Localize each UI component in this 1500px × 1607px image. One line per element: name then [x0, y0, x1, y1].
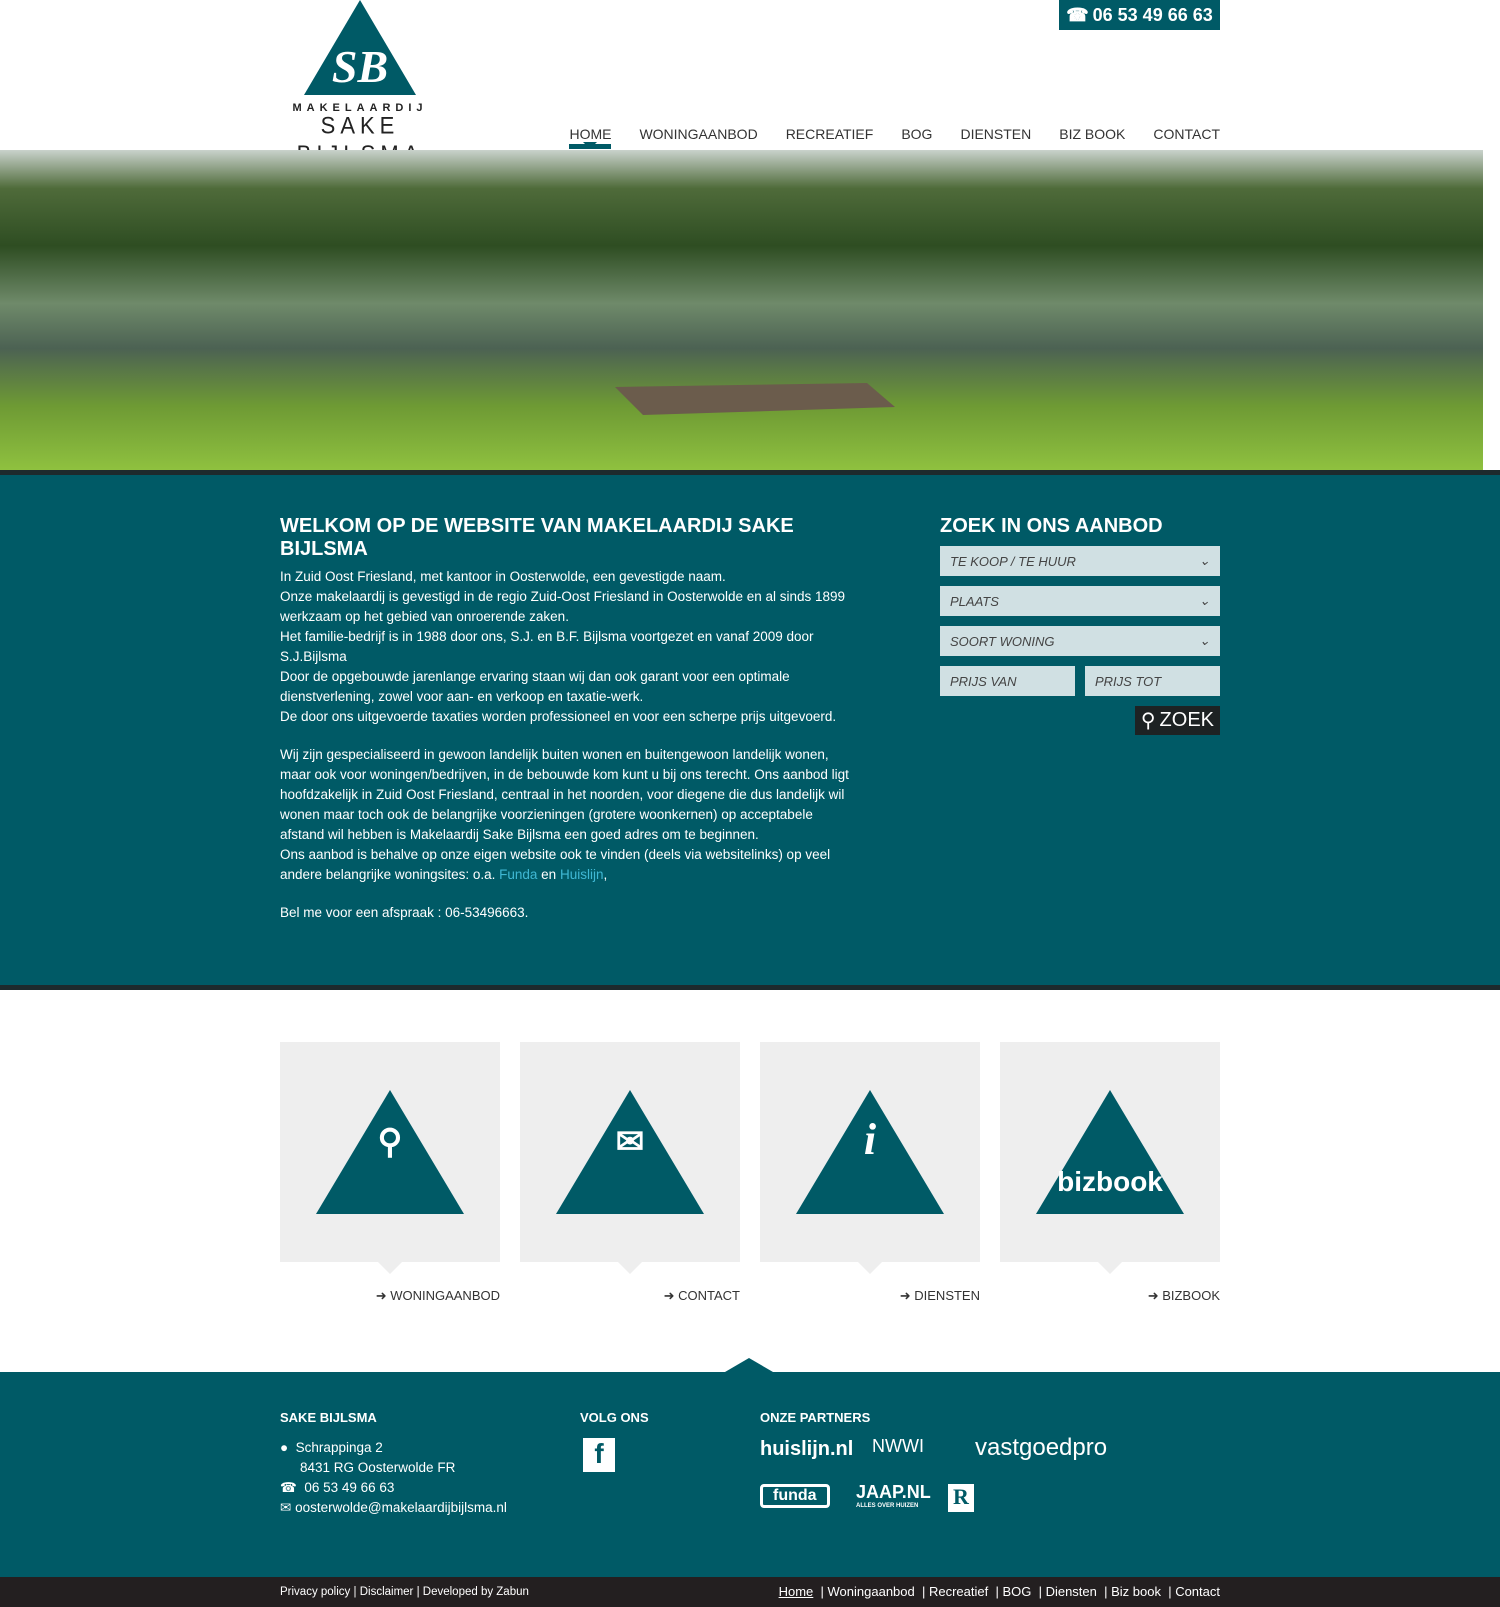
info-icon: i — [863, 1115, 877, 1164]
search-icon: ⚲ — [1140, 710, 1156, 732]
footer-nav: Home | Woningaanbod | Recreatief | BOG |… — [778, 1584, 1220, 1599]
envelope-icon: ✉ — [615, 1123, 645, 1161]
nav-biz-book[interactable]: BIZ BOOK — [1059, 126, 1125, 149]
email-link[interactable]: oosterwolde@makelaardijbijlsma.nl — [295, 1500, 507, 1515]
map-pin-icon: ● — [280, 1440, 289, 1455]
hero-image — [0, 150, 1483, 470]
prijs-tot-input[interactable]: PRIJS TOT — [1085, 666, 1220, 696]
nav-contact[interactable]: CONTACT — [1153, 126, 1220, 149]
partner-r[interactable]: R — [948, 1484, 974, 1512]
nav-bog[interactable]: BOG — [901, 126, 932, 149]
facebook-icon[interactable]: f — [583, 1438, 615, 1472]
phone-icon: ☎ — [1066, 4, 1089, 25]
logo[interactable]: SB MAKELAARDIJ SAKE BIJLSMA — [280, 0, 440, 168]
tile-contact[interactable]: ✉ — [520, 1042, 740, 1274]
legal-links: Privacy policy | Disclaimer | Developed … — [280, 1586, 529, 1598]
link-bizbook[interactable]: ➜ BIZBOOK — [1000, 1288, 1220, 1304]
contact-info: ● Schrappinga 2 8431 RG Oosterwolde FR ☎… — [280, 1440, 507, 1515]
bizbook-logo: bizbook — [1057, 1166, 1163, 1197]
zoek-button[interactable]: ⚲ ZOEK — [1134, 706, 1220, 735]
partner-nwwi[interactable]: NWWI — [872, 1436, 924, 1457]
logo-triangle-icon: SB — [304, 0, 416, 95]
funda-link[interactable]: Funda — [499, 867, 537, 882]
plaats-select[interactable]: PLAATS ⌄ — [940, 586, 1220, 616]
welcome-text: WELKOM OP DE WEBSITE VAN MAKELAARDIJ SAK… — [280, 515, 860, 923]
welcome-title: WELKOM OP DE WEBSITE VAN MAKELAARDIJ SAK… — [280, 515, 794, 560]
chevron-down-icon: ⌄ — [1199, 633, 1210, 648]
link-contact[interactable]: ➜ CONTACT — [520, 1288, 740, 1304]
nav-woningaanbod[interactable]: WONINGAANBOD — [639, 126, 757, 149]
partner-vastgoedpro[interactable]: vastgoedpro — [975, 1434, 1107, 1462]
phone-icon: ☎ — [280, 1480, 297, 1495]
partner-huislijn[interactable]: huislijn.nl — [760, 1438, 853, 1461]
prijs-van-input[interactable]: PRIJS VAN — [940, 666, 1075, 696]
chevron-down-icon: ⌄ — [1199, 593, 1210, 608]
chevron-down-icon: ⌄ — [1199, 553, 1210, 568]
nav-diensten[interactable]: DIENSTEN — [960, 126, 1031, 149]
link-woningaanbod[interactable]: ➜ WONINGAANBOD — [280, 1288, 500, 1304]
partner-funda[interactable]: funda — [760, 1484, 830, 1508]
nav-recreatief[interactable]: RECREATIEF — [786, 126, 874, 149]
intro-section: WELKOM OP DE WEBSITE VAN MAKELAARDIJ SAK… — [0, 470, 1500, 990]
partner-jaap[interactable]: JAAP.NL ALLES OVER HUIZEN — [856, 1482, 931, 1509]
link-diensten[interactable]: ➜ DIENSTEN — [760, 1288, 980, 1304]
envelope-icon: ✉ — [280, 1500, 292, 1515]
tile-diensten[interactable]: i — [760, 1042, 980, 1274]
footer: SAKE BIJLSMA ● Schrappinga 2 8431 RG Oos… — [0, 1358, 1500, 1577]
search-form: ZOEK IN ONS AANBOD TE KOOP / TE HUUR ⌄ PL… — [940, 515, 1220, 735]
svg-text:SB: SB — [332, 41, 388, 92]
main-nav: HOME WONINGAANBOD RECREATIEF BOG DIENSTE… — [569, 126, 1220, 149]
tile-bizbook[interactable]: bizbook — [1000, 1042, 1220, 1274]
bottom-bar: Privacy policy | Disclaimer | Developed … — [0, 1577, 1500, 1607]
search-icon: ⚲ — [377, 1123, 403, 1161]
nav-home[interactable]: HOME — [569, 126, 612, 149]
tile-woningaanbod[interactable]: ⚲ — [280, 1042, 500, 1274]
search-title: ZOEK IN ONS AANBOD — [940, 515, 1163, 537]
koop-huur-select[interactable]: TE KOOP / TE HUUR ⌄ — [940, 546, 1220, 576]
soort-woning-select[interactable]: SOORT WONING ⌄ — [940, 626, 1220, 656]
huislijn-link[interactable]: Huislijn — [560, 867, 604, 882]
phone-button[interactable]: ☎ 06 53 49 66 63 — [1059, 0, 1220, 30]
